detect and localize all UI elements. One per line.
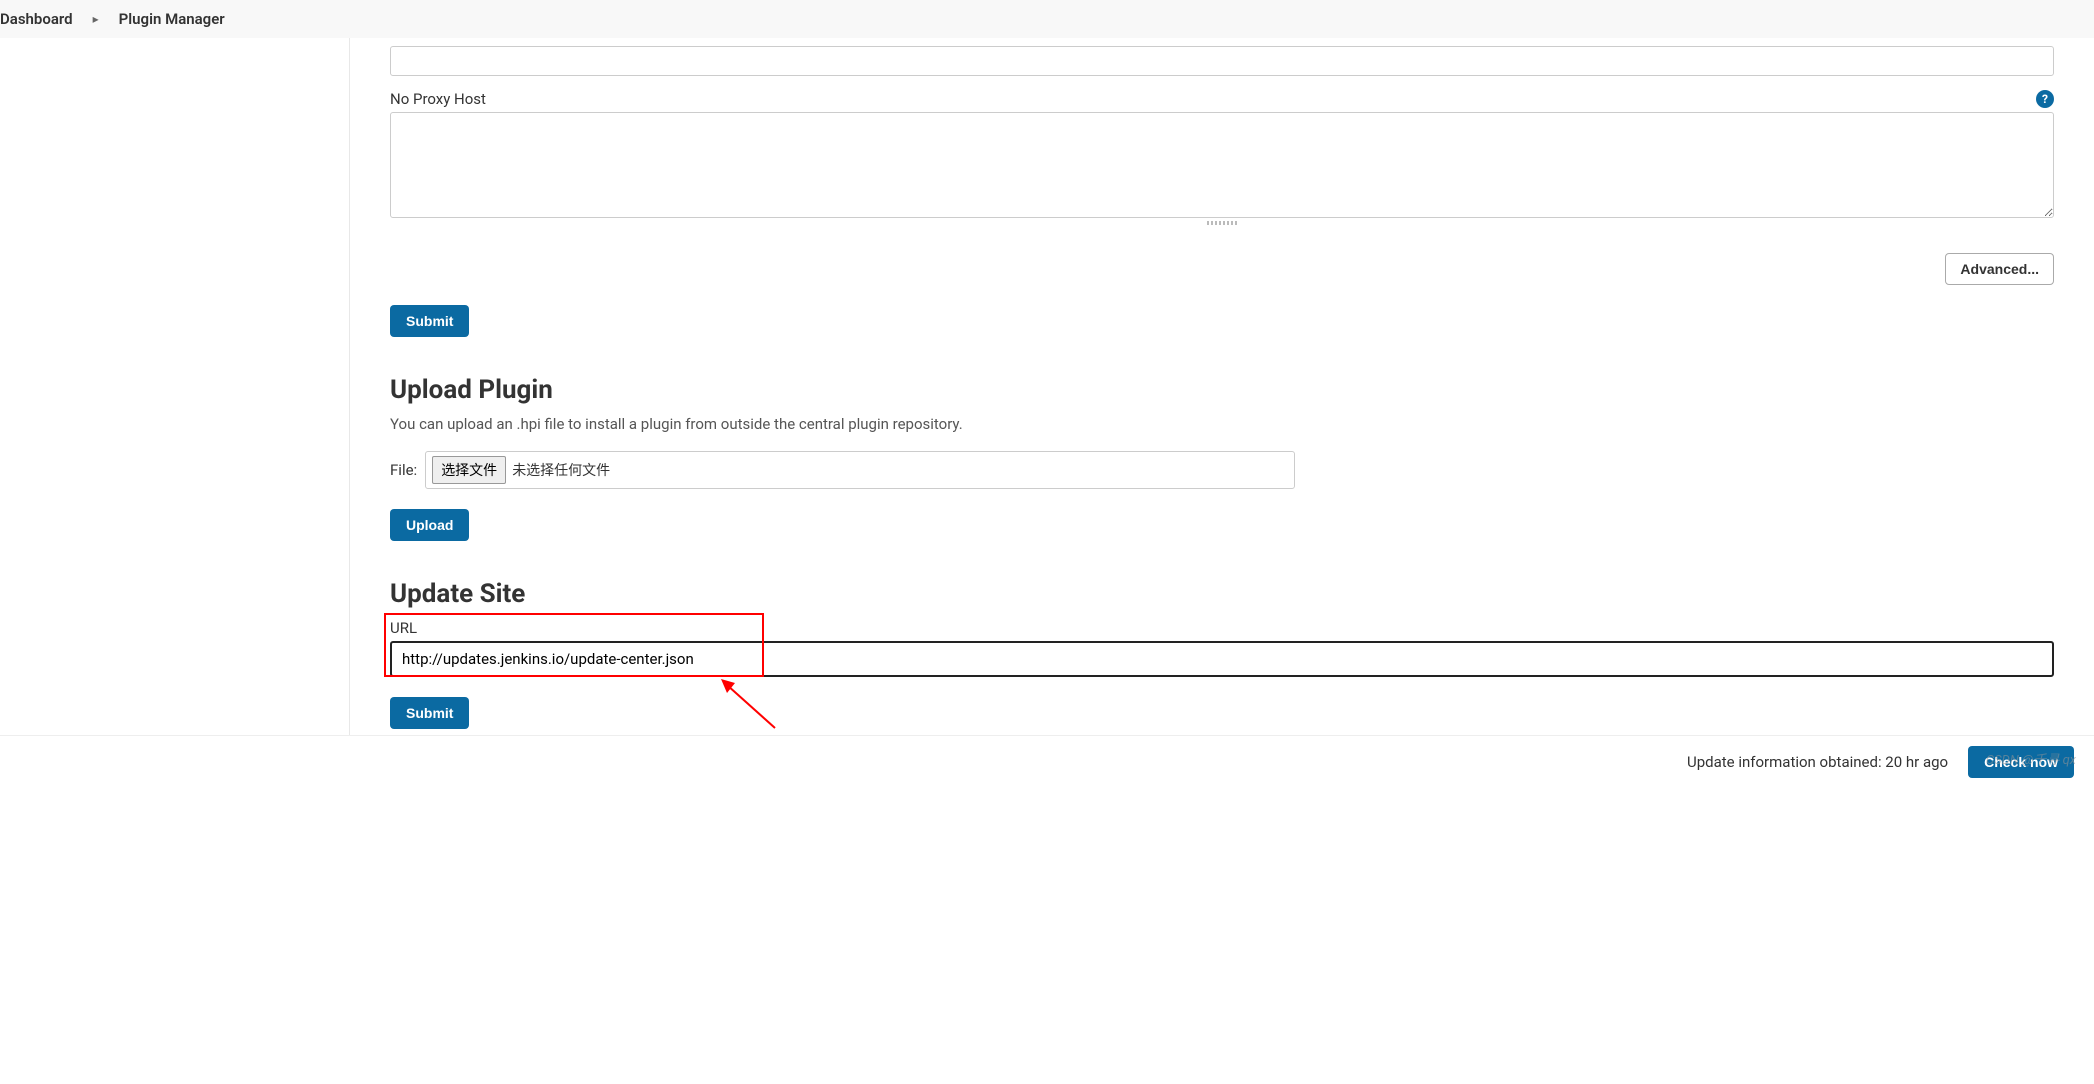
no-proxy-host-textarea[interactable] xyxy=(390,112,2054,218)
file-picker[interactable]: 选择文件 未选择任何文件 xyxy=(425,451,1295,489)
no-proxy-host-label-row: No Proxy Host ? xyxy=(390,90,2054,108)
update-info-text: Update information obtained: 20 hr ago xyxy=(1687,753,1948,771)
update-site-heading: Update Site xyxy=(390,579,2054,609)
annotation-arrow-icon xyxy=(715,673,785,733)
choose-file-button[interactable]: 选择文件 xyxy=(432,456,506,484)
proxy-port-input[interactable] xyxy=(390,46,2054,76)
upload-button[interactable]: Upload xyxy=(390,509,469,541)
file-label: File: xyxy=(390,461,417,479)
no-proxy-host-label: No Proxy Host xyxy=(390,90,486,108)
sidebar xyxy=(0,38,350,784)
file-status-text: 未选择任何文件 xyxy=(512,460,610,480)
main-content: No Proxy Host ? Advanced... Submit Uploa… xyxy=(350,38,2094,784)
chevron-right-icon: ▸ xyxy=(93,12,99,26)
resize-area xyxy=(390,222,2054,225)
upload-plugin-heading: Upload Plugin xyxy=(390,375,2054,405)
footer-bar: Update information obtained: 20 hr ago C… xyxy=(0,735,2094,784)
upload-plugin-desc: You can upload an .hpi file to install a… xyxy=(390,415,2054,433)
url-label: URL xyxy=(390,619,2054,637)
breadcrumb-plugin-manager[interactable]: Plugin Manager xyxy=(119,10,225,28)
help-icon[interactable]: ? xyxy=(2036,90,2054,108)
submit-update-site-button[interactable]: Submit xyxy=(390,697,469,729)
submit-button[interactable]: Submit xyxy=(390,305,469,337)
breadcrumb: Dashboard ▸ Plugin Manager xyxy=(0,0,2094,38)
advanced-button[interactable]: Advanced... xyxy=(1945,253,2054,285)
breadcrumb-dashboard[interactable]: Dashboard xyxy=(0,10,73,28)
resize-handle-icon xyxy=(1207,221,1237,225)
check-now-button[interactable]: Check now xyxy=(1968,746,2074,778)
update-site-url-input[interactable] xyxy=(390,641,2054,677)
